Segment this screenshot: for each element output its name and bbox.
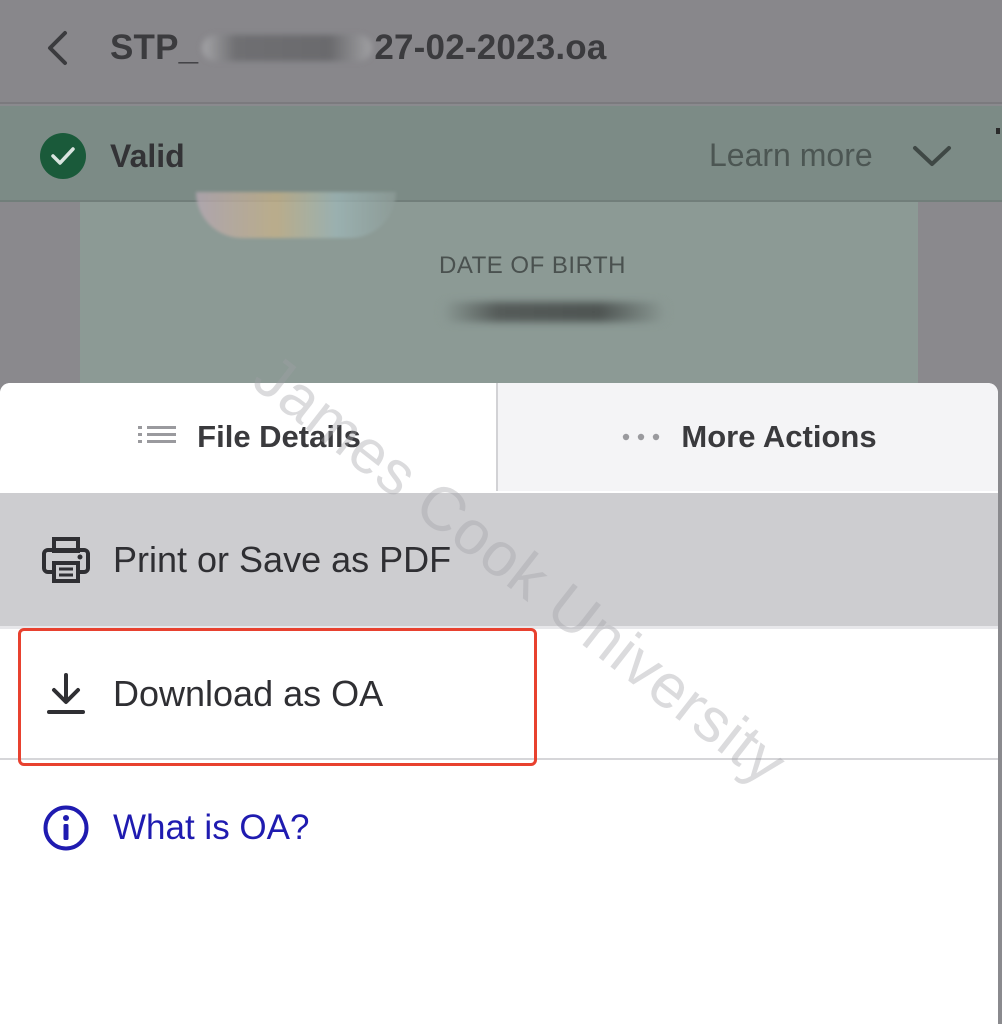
dob-label: DATE OF BIRTH: [439, 252, 626, 279]
file-title-prefix: STP_: [110, 28, 199, 67]
document-preview-area: DATE OF BIRTH: [0, 192, 1002, 392]
document-decoration: [196, 192, 396, 238]
learn-more-link[interactable]: Learn more: [709, 137, 873, 174]
chevron-left-icon: [48, 31, 67, 65]
file-title: STP_ 27-02-2023.oa: [110, 28, 607, 68]
print-save-pdf-label: Print or Save as PDF: [113, 538, 452, 580]
what-is-oa-link[interactable]: What is OA?: [0, 763, 998, 893]
download-icon: [40, 668, 92, 720]
actions-bottom-sheet: File Details More Actions Print or Save …: [0, 383, 998, 1024]
chevron-down-icon: [913, 146, 951, 166]
file-title-suffix: 27-02-2023.oa: [374, 28, 607, 67]
list-icon: [135, 422, 179, 452]
back-button[interactable]: [34, 24, 82, 72]
redacted-filename-block: [202, 35, 373, 61]
download-oa-label: Download as OA: [113, 672, 384, 714]
app-header: STP_ 27-02-2023.oa: [0, 0, 1002, 104]
what-is-oa-label: What is OA?: [113, 808, 310, 847]
validation-status: Valid: [110, 138, 185, 174]
printer-icon: [40, 534, 92, 586]
tab-file-details-label: File Details: [197, 419, 361, 454]
tab-more-actions-label: More Actions: [681, 419, 877, 454]
ellipsis-icon: [619, 422, 663, 452]
tab-more-actions[interactable]: More Actions: [498, 383, 998, 491]
document-card: DATE OF BIRTH: [80, 192, 918, 392]
download-oa-item[interactable]: Download as OA: [0, 629, 998, 760]
tab-file-details[interactable]: File Details: [0, 383, 498, 491]
scrollbar-mark: [996, 128, 1000, 134]
print-save-pdf-item[interactable]: Print or Save as PDF: [0, 493, 998, 629]
sheet-tabs: File Details More Actions: [0, 383, 998, 491]
check-circle-icon: [40, 133, 86, 179]
validation-banner: Valid Learn more: [0, 106, 1002, 202]
info-icon: [40, 802, 92, 854]
expand-toggle[interactable]: [910, 136, 954, 176]
redacted-dob-value: [442, 302, 666, 322]
